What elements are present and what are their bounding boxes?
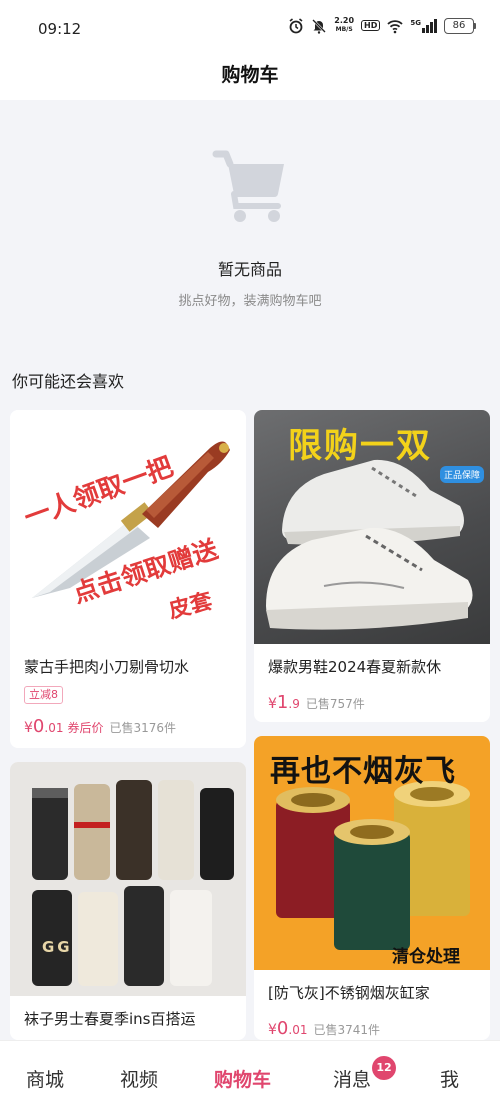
nav-item-mall[interactable]: 商城 xyxy=(26,1065,64,1092)
signal-label: 5G xyxy=(410,18,421,27)
price-symbol: ¥ xyxy=(268,696,277,712)
page-title: 购物车 xyxy=(221,64,279,86)
price-integer: 0 xyxy=(32,716,45,737)
product-image-ashtray: 再也不烟灰飞 清仓处理 xyxy=(254,736,490,970)
price-integer: 1 xyxy=(276,692,289,713)
product-price: ¥1.9 已售757件 xyxy=(268,692,365,713)
status-bar: 09:12 2.20 MB/S HD 5G 86 xyxy=(0,0,500,40)
product-image-socks: GG xyxy=(10,762,246,996)
shoes-promo-text: 限购一双 xyxy=(288,426,432,466)
bottom-nav: 商城 视频 购物车 消息 我 xyxy=(0,1040,500,1118)
sold-count: 已售757件 xyxy=(305,697,365,711)
mute-icon xyxy=(312,18,327,34)
nav-item-cart[interactable]: 购物车 xyxy=(214,1065,271,1092)
product-card-socks[interactable]: GG 袜子男士春夏季ins百搭运 xyxy=(10,762,246,1040)
socks-pattern-text: GG xyxy=(42,938,73,956)
price-integer: 0 xyxy=(276,1018,289,1039)
net-speed: 2.20 MB/S xyxy=(334,17,354,34)
battery-icon: 86 xyxy=(444,17,476,34)
product-price: ¥0.01 已售3741件 xyxy=(268,1018,380,1039)
product-card-shoes[interactable]: 限购一双 正品保障 爆款男鞋2024春夏新款休 ¥1.9 已售757件 xyxy=(254,410,490,722)
nav-item-me[interactable]: 我 xyxy=(440,1065,459,1092)
empty-cart-subtitle: 挑点好物，装满购物车吧 xyxy=(178,294,322,309)
sold-count: 已售3176件 xyxy=(109,721,177,735)
price-note: 券后价 xyxy=(67,721,104,735)
socks-illustration xyxy=(32,780,234,986)
product-card-knife[interactable]: 一人领取一把 点击领取赠送 皮套 蒙古手把肉小刀剔骨切水 立减8 ¥0.01 券后… xyxy=(10,410,246,748)
battery-level: 86 xyxy=(444,17,474,34)
nav-item-messages[interactable]: 消息 xyxy=(333,1065,371,1092)
ashtray-clearance-text: 清仓处理 xyxy=(392,947,460,967)
product-image-shoes: 限购一双 正品保障 xyxy=(254,410,490,644)
price-decimal: .9 xyxy=(288,697,300,711)
sold-count: 已售3741件 xyxy=(313,1023,381,1037)
messages-badge: 12 xyxy=(372,1056,396,1080)
discount-tag: 立减8 xyxy=(24,686,63,704)
top-bar: 09:12 2.20 MB/S HD 5G 86 购物车 xyxy=(0,0,500,100)
signal-icon: 5G xyxy=(410,18,437,33)
empty-cart-icon xyxy=(212,150,284,222)
alarm-icon xyxy=(289,17,303,33)
product-name: 袜子男士春夏季ins百搭运 xyxy=(24,1010,196,1028)
price-decimal: .01 xyxy=(44,721,64,735)
hd-badge: HD xyxy=(361,20,381,31)
empty-cart-title: 暂无商品 xyxy=(217,260,282,279)
recommend-title: 你可能还会喜欢 xyxy=(12,372,125,391)
net-speed-value: 2.20 xyxy=(334,16,355,25)
product-card-ashtray[interactable]: 再也不烟灰飞 清仓处理 [防飞灰]不锈钢烟灰缸家 ¥0.01 已售3741件 xyxy=(254,736,490,1040)
product-price: ¥0.01 券后价 已售3176件 xyxy=(24,716,176,737)
price-symbol: ¥ xyxy=(24,720,33,736)
product-name: 爆款男鞋2024春夏新款休 xyxy=(268,658,442,676)
product-image-knife: 一人领取一把 点击领取赠送 皮套 xyxy=(10,410,246,644)
price-decimal: .01 xyxy=(288,1023,308,1037)
status-icons: 2.20 MB/S HD 5G 86 xyxy=(288,17,476,34)
net-speed-unit: MB/S xyxy=(335,26,353,33)
shoes-guarantee-badge: 正品保障 xyxy=(440,466,485,483)
product-name: [防飞灰]不锈钢烟灰缸家 xyxy=(268,984,430,1002)
status-time: 09:12 xyxy=(38,20,82,38)
wifi-icon xyxy=(387,19,404,33)
ashtray-promo-text: 再也不烟灰飞 xyxy=(270,754,456,789)
nav-item-video[interactable]: 视频 xyxy=(120,1065,158,1092)
product-name: 蒙古手把肉小刀剔骨切水 xyxy=(24,658,190,676)
price-symbol: ¥ xyxy=(268,1022,277,1038)
